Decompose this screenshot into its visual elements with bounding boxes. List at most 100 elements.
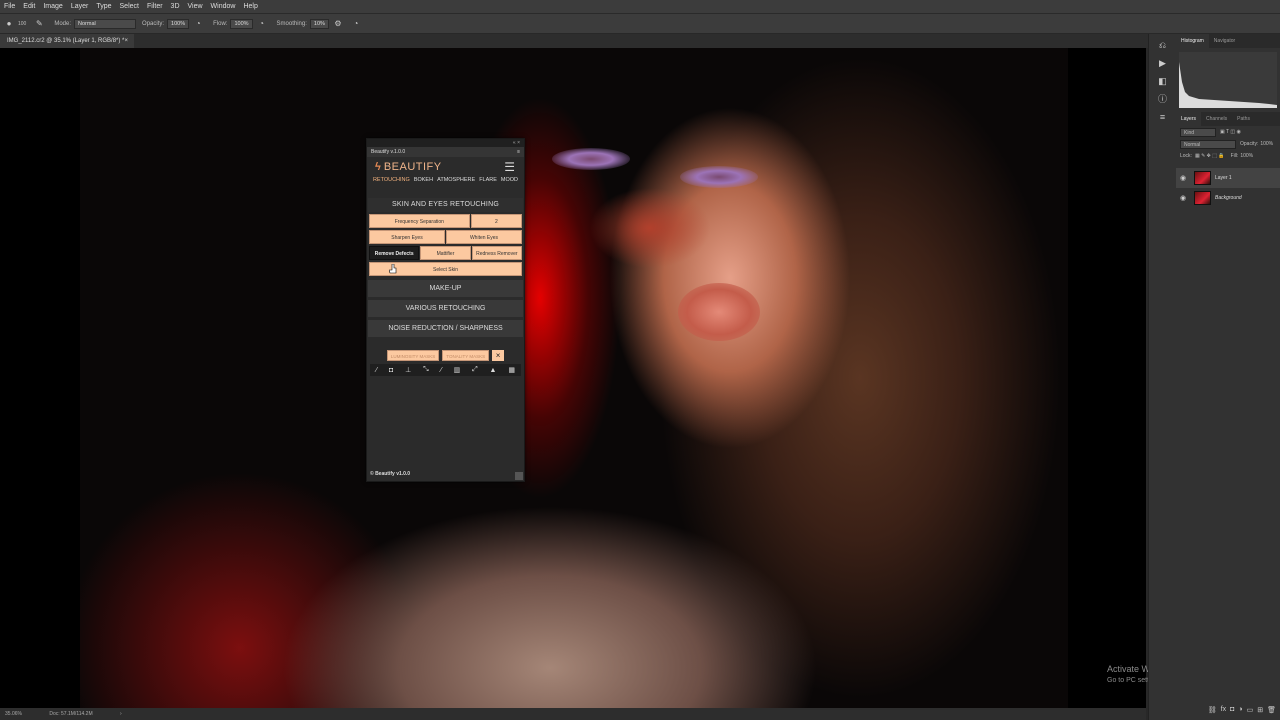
adjustment-layer-icon[interactable]: ◑ xyxy=(1238,706,1242,718)
options-bar: ● 100 ✎ Mode: Normal Opacity: 100% ◔ Flo… xyxy=(0,13,1280,33)
gradient-icon[interactable]: ▥ xyxy=(454,366,461,374)
smoothing-field[interactable]: 10% xyxy=(309,18,329,29)
frequency-value-field[interactable]: 2 xyxy=(470,214,522,228)
mode-select[interactable]: Normal xyxy=(74,18,137,29)
nav-atmosphere[interactable]: ATMOSPHERE xyxy=(437,177,475,189)
lock-row: Lock: ▦ ✎ ✥ ⬚ 🔒 Fill: 100% xyxy=(1176,150,1280,162)
section-noise-reduction[interactable]: NOISE REDUCTION / SHARPNESS xyxy=(368,320,523,337)
lock-icons[interactable]: ▦ ✎ ✥ ⬚ 🔒 xyxy=(1195,150,1225,162)
blend-mode-select[interactable]: Normal xyxy=(1180,139,1236,149)
settings-icon[interactable]: ▦ xyxy=(508,366,515,374)
brush-size-value[interactable]: 100 xyxy=(18,21,26,27)
brush-tool-icon[interactable]: ● xyxy=(4,19,14,29)
eyedropper-icon[interactable]: ⤡ xyxy=(423,366,429,374)
zoom-level[interactable]: 35.06% xyxy=(5,711,22,717)
menu-type[interactable]: Type xyxy=(96,3,111,10)
menu-edit[interactable]: Edit xyxy=(23,3,35,10)
layer-name: Background xyxy=(1215,195,1242,201)
fx-icon[interactable]: fx xyxy=(1221,706,1226,718)
section-make-up[interactable]: MAKE-UP xyxy=(368,280,523,297)
levels-icon[interactable]: ▲ xyxy=(490,367,497,374)
nav-mood[interactable]: MOOD xyxy=(501,177,518,189)
pressure-size-icon[interactable]: ◔ xyxy=(351,19,361,29)
brush-icon[interactable]: ⁄ xyxy=(376,367,377,374)
eye-icon[interactable]: ◉ xyxy=(1180,174,1190,182)
menu-view[interactable]: View xyxy=(188,3,203,10)
panel-menu-icon[interactable]: ≡ xyxy=(517,147,520,157)
menu-help[interactable]: Help xyxy=(243,3,257,10)
stamp-icon[interactable]: ⊥ xyxy=(405,366,411,374)
panel-window-controls[interactable]: « × xyxy=(367,139,524,147)
hamburger-menu-icon[interactable]: ☰ xyxy=(504,161,515,173)
document-canvas[interactable] xyxy=(0,48,1146,708)
menu-select[interactable]: Select xyxy=(120,3,139,10)
properties-icon[interactable]: ≡ xyxy=(1156,110,1170,124)
mask-icon[interactable]: ◘ xyxy=(389,367,393,374)
section-various-retouching[interactable]: VARIOUS RETOUCHING xyxy=(368,300,523,317)
nav-bokeh[interactable]: BOKEH xyxy=(414,177,433,189)
fill-value[interactable]: 100% xyxy=(1240,150,1253,162)
filter-icons[interactable]: ▣ T ◫ ◉ xyxy=(1220,126,1241,138)
close-icon[interactable]: × xyxy=(124,34,128,48)
adjustments-icon[interactable]: ◧ xyxy=(1156,74,1170,88)
new-layer-icon[interactable]: ⊞ xyxy=(1257,706,1263,718)
remove-defects-button[interactable]: Remove Defects xyxy=(369,246,420,260)
right-panel: Histogram Navigator Layers Channels Path… xyxy=(1176,34,1280,720)
blend-row: Normal Opacity: 100% xyxy=(1176,138,1280,150)
tonality-masks-button[interactable]: TONALITY MASKS xyxy=(442,350,490,361)
document-tab[interactable]: IMG_2112.cr2 @ 35.1% (Layer 1, RGB/8*) *… xyxy=(0,34,134,48)
tab-layers[interactable]: Layers xyxy=(1176,112,1202,126)
tab-paths[interactable]: Paths xyxy=(1232,112,1255,126)
history-icon[interactable]: ⎌ xyxy=(1156,38,1170,52)
portrait-photo xyxy=(80,48,1068,708)
close-masks-icon[interactable]: × xyxy=(492,350,505,361)
layer-row-layer-1[interactable]: ◉ Layer 1 xyxy=(1176,168,1280,188)
luminosity-masks-button[interactable]: LUMINOSITY MASKS xyxy=(386,350,440,361)
lips xyxy=(678,283,760,341)
tab-histogram[interactable]: Histogram xyxy=(1176,34,1209,48)
smoothing-settings-gear-icon[interactable]: ⚙ xyxy=(333,19,343,29)
lock-label: Lock: xyxy=(1180,153,1192,159)
folder-icon[interactable]: ▭ xyxy=(1247,706,1254,718)
menu-window[interactable]: Window xyxy=(211,3,236,10)
opacity-label-panel: Opacity: xyxy=(1240,141,1259,147)
whiten-eyes-button[interactable]: Whiten Eyes xyxy=(446,230,522,244)
link-icon[interactable]: ⛓ xyxy=(1208,706,1217,718)
menu-3d[interactable]: 3D xyxy=(171,3,180,10)
trash-icon[interactable]: 🗑 xyxy=(1267,706,1276,718)
info-icon[interactable]: ⓘ xyxy=(1156,92,1170,106)
hand-cursor-icon xyxy=(389,264,397,274)
tab-navigator[interactable]: Navigator xyxy=(1209,34,1240,48)
frequency-separation-button[interactable]: Frequency Separation xyxy=(369,214,470,228)
pressure-opacity-icon[interactable]: ◔ xyxy=(193,19,203,29)
opacity-value-panel[interactable]: 100% xyxy=(1260,138,1273,150)
brush-panel-icon[interactable]: ✎ xyxy=(34,19,44,29)
opacity-field[interactable]: 100% xyxy=(167,18,190,29)
eye-icon[interactable]: ◉ xyxy=(1180,194,1190,202)
flow-field[interactable]: 100% xyxy=(230,18,253,29)
nav-flare[interactable]: FLARE xyxy=(479,177,497,189)
menu-file[interactable]: File xyxy=(4,3,15,10)
redness-remover-button[interactable]: Redness Remover xyxy=(471,246,522,260)
menu-filter[interactable]: Filter xyxy=(147,3,163,10)
pen-icon[interactable]: ⁄ xyxy=(441,367,442,374)
tab-channels[interactable]: Channels xyxy=(1201,112,1232,126)
color-picker-icon[interactable]: ⤢ xyxy=(472,366,478,374)
menu-layer[interactable]: Layer xyxy=(71,3,89,10)
mask-icon[interactable]: ◘ xyxy=(1230,706,1234,718)
document-tab-title: IMG_2112.cr2 @ 35.1% (Layer 1, RGB/8*) * xyxy=(7,38,125,44)
doc-size: Doc: 57.1M/114.2M xyxy=(49,711,93,717)
nav-retouching[interactable]: RETOUCHING xyxy=(373,177,410,189)
left-eye-makeup xyxy=(552,148,630,170)
airbrush-icon[interactable]: ◔ xyxy=(257,19,267,29)
beautify-tool-icons: ⁄ ◘ ⊥ ⤡ ⁄ ▥ ⤢ ▲ ▦ xyxy=(370,364,521,376)
resize-handle[interactable] xyxy=(515,472,523,480)
section-skin-and-eyes[interactable]: SKIN AND EYES RETOUCHING xyxy=(368,198,523,212)
sharpen-eyes-button[interactable]: Sharpen Eyes xyxy=(369,230,445,244)
menu-image[interactable]: Image xyxy=(43,3,62,10)
layer-row-background[interactable]: ◉ Background xyxy=(1176,188,1280,208)
kind-filter-select[interactable]: Kind xyxy=(1180,127,1216,137)
mattifier-button[interactable]: Mattifier xyxy=(420,246,471,260)
play-icon[interactable]: ▶ xyxy=(1156,56,1170,70)
status-chevron-icon[interactable]: › xyxy=(120,711,122,717)
